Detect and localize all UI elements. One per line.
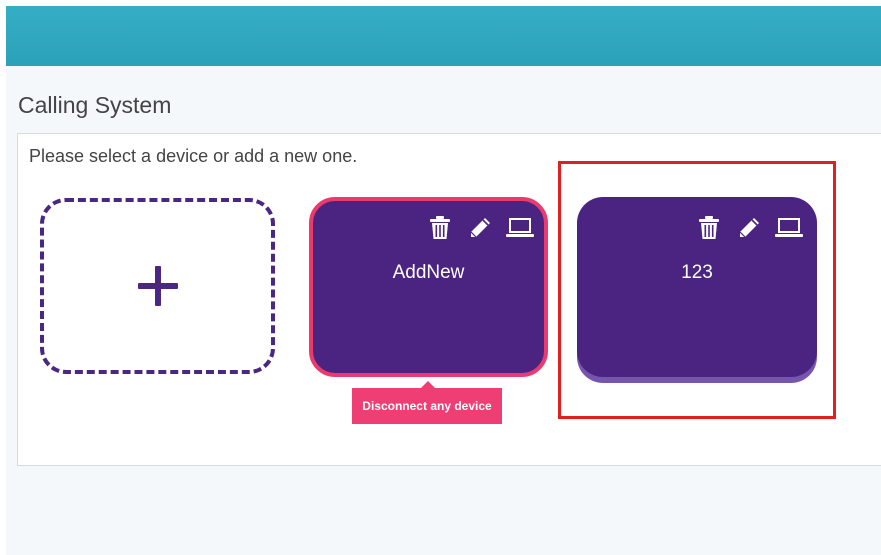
device-name: AddNew bbox=[392, 262, 465, 283]
instruction-text: Please select a device or add a new one. bbox=[29, 146, 358, 166]
device-card-123[interactable]: 123 bbox=[577, 197, 817, 377]
laptop-icon[interactable] bbox=[506, 215, 534, 241]
device-panel: Please select a device or add a new one. bbox=[17, 133, 881, 466]
top-header-bar bbox=[6, 6, 881, 66]
disconnect-tooltip: Disconnect any device bbox=[352, 388, 502, 424]
app-window: Calling System Please select a device or… bbox=[6, 6, 881, 555]
device-actions bbox=[695, 215, 803, 241]
pencil-icon[interactable] bbox=[735, 215, 763, 241]
device-card-addnew[interactable]: AddNew bbox=[309, 197, 548, 377]
trash-icon[interactable] bbox=[695, 215, 723, 241]
device-name: 123 bbox=[681, 262, 713, 283]
pencil-icon[interactable] bbox=[466, 215, 494, 241]
trash-icon[interactable] bbox=[426, 215, 454, 241]
page-title: Calling System bbox=[18, 92, 172, 118]
plus-icon bbox=[137, 266, 178, 306]
laptop-icon[interactable] bbox=[775, 215, 803, 241]
tooltip-arrow bbox=[421, 381, 435, 388]
device-actions bbox=[426, 215, 534, 241]
add-device-button[interactable] bbox=[40, 198, 275, 374]
